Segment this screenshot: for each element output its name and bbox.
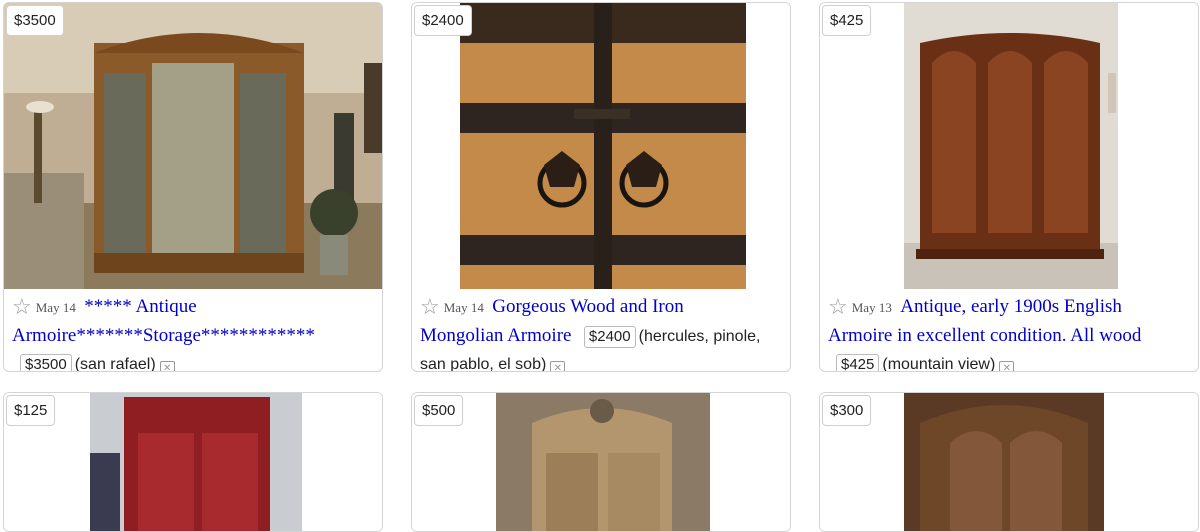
listing-image[interactable]: [412, 393, 790, 531]
listing-date: May 13: [851, 300, 892, 315]
star-icon[interactable]: ☆: [12, 294, 32, 319]
listing-image[interactable]: [820, 393, 1198, 531]
listing-date: May 14: [443, 300, 484, 315]
price-pill: $425: [836, 354, 880, 371]
listing-card[interactable]: $2400 ☆ May 14 Gorgeous Wood and Iron Mon…: [411, 2, 791, 372]
listing-location-continued: san pablo, el sob): [420, 356, 547, 372]
listing-card[interactable]: $500: [411, 392, 791, 532]
listing-card[interactable]: $300: [819, 392, 1199, 532]
listing-card[interactable]: $125: [3, 392, 383, 532]
listing-image[interactable]: [412, 3, 790, 289]
trash-icon[interactable]: ✕: [159, 361, 175, 371]
price-tag: $2400: [414, 5, 472, 36]
listing-title-continued[interactable]: Mongolian Armoire: [420, 325, 571, 346]
price-tag: $500: [414, 395, 464, 426]
listing-title[interactable]: Antique, early 1900s English: [900, 296, 1122, 317]
listing-info: ☆ May 13 Antique, early 1900s English Arm…: [828, 293, 1192, 372]
price-tag: $125: [6, 395, 56, 426]
listing-info: ☆ May 14 ***** Antique Armoire*******Stor…: [12, 293, 376, 372]
trash-icon[interactable]: ✕: [550, 361, 566, 371]
listing-card[interactable]: $425 ☆ May 13 Antique, early 1900s Englis…: [819, 2, 1199, 372]
listing-title[interactable]: ***** Antique: [84, 296, 196, 317]
price-pill: $2400: [583, 326, 636, 348]
listing-location: (hercules, pinole,: [638, 328, 761, 345]
listing-location: (san rafael): [74, 356, 156, 372]
listing-location: (mountain view): [882, 356, 996, 372]
listing-title-continued[interactable]: Armoire*******Storage************: [12, 325, 315, 346]
listing-title-continued[interactable]: Armoire in excellent condition. All wood: [828, 325, 1141, 346]
star-icon[interactable]: ☆: [420, 294, 440, 319]
price-tag: $425: [822, 5, 872, 36]
price-pill: $3500: [20, 354, 72, 371]
trash-icon[interactable]: ✕: [999, 361, 1015, 371]
listing-image[interactable]: [4, 3, 382, 289]
star-icon[interactable]: ☆: [828, 294, 848, 319]
listing-date: May 14: [35, 300, 76, 315]
listing-image[interactable]: [820, 3, 1198, 289]
listing-info: ☆ May 14 Gorgeous Wood and Iron Mongolian…: [420, 293, 784, 372]
listing-title[interactable]: Gorgeous Wood and Iron: [492, 296, 683, 317]
price-tag: $3500: [6, 5, 64, 36]
listing-image[interactable]: [4, 393, 382, 531]
price-tag: $300: [822, 395, 872, 426]
listing-card[interactable]: $3500 ☆ May 14 ***** Antique Armoire*****…: [3, 2, 383, 372]
